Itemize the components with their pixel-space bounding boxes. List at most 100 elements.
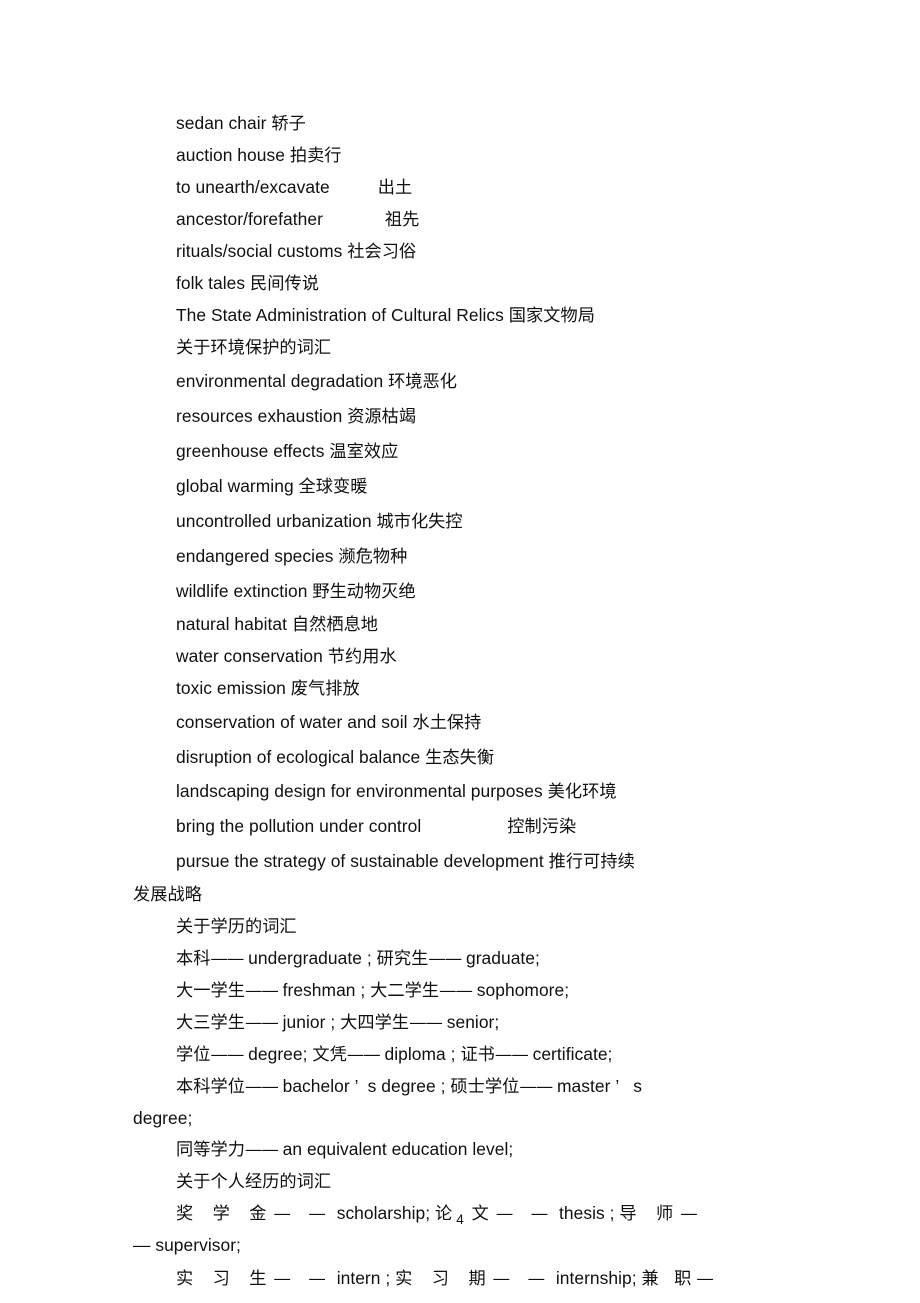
term-en: undergraduate [243,948,362,968]
vocab-zh: 城市化失控 [376,512,463,532]
vocab-en: The State Administration of Cultural Rel… [176,305,509,325]
term-zh: 文凭 [312,1045,347,1065]
term-en: senior; [441,1012,500,1032]
vocab-en: wildlife extinction [176,581,313,601]
vocab-line: auction house 拍卖行 [133,140,793,172]
term-en: bachelor ’ s degree [277,1076,436,1096]
term-zh: 证书 [460,1045,495,1065]
vocab-line: sedan chair 轿子 [133,108,793,140]
section-heading-education: 关于学历的词汇 [133,911,793,943]
term-en: diploma [379,1044,446,1064]
vocab-en: global warming [176,476,299,496]
section-heading-environment: 关于环境保护的词汇 [133,332,793,364]
vocab-zh: 资源枯竭 [347,407,417,427]
term-en: internship; [550,1268,642,1288]
vocab-line-wrap: 发展战略 [133,879,793,911]
term-en: intern ; [331,1268,396,1288]
document-body: sedan chair 轿子 auction house 拍卖行 to unea… [133,108,793,1296]
vocab-zh: 温室效应 [329,442,399,462]
degree-line: 同等学力—— an equivalent education level; [133,1134,793,1166]
vocab-zh: 美化环境 [547,782,617,802]
section-heading-personal-experience: 关于个人经历的词汇 [133,1166,793,1198]
em-dash: —— [439,981,473,1001]
em-dash: —— [519,1077,553,1097]
separator: ; [325,1012,341,1032]
term-zh: 本科学位 [176,1077,245,1097]
vocab-en: to unearth/excavate [176,177,330,197]
vocab-zh: 废气排放 [290,679,360,699]
vocab-en: disruption of ecological balance [176,747,426,767]
section-heading-text: 关于个人经历的词汇 [176,1172,332,1192]
page-number-footer: 4 [0,1212,920,1227]
em-dash: —— [244,981,279,1001]
vocab-line: to unearth/excavate 出土 [133,172,793,204]
vocab-line: uncontrolled urbanization 城市化失控 [133,504,793,539]
em-dash: —— [409,1013,443,1033]
vocab-en: environmental degradation [176,371,389,391]
vocab-line: greenhouse effects 温室效应 [133,434,793,469]
vocab-line: global warming 全球变暖 [133,469,793,504]
vocab-en: rituals/social customs [176,241,348,261]
degree-line: 本科学位—— bachelor ’ s degree ; 硕士学位—— mast… [133,1071,793,1103]
term-zh: 同等学力 [176,1140,245,1160]
vocab-line: pursue the strategy of sustainable devel… [133,844,793,879]
em-dash: — — [273,1269,332,1289]
term-zh-spread: 实 习 期 [395,1269,493,1289]
em-dash: —— [244,1077,279,1097]
term-en: graduate; [461,948,540,968]
term-en: certificate; [527,1044,613,1064]
vocab-line: disruption of ecological balance 生态失衡 [133,740,793,775]
vocab-line: The State Administration of Cultural Rel… [133,300,793,332]
vocab-zh: 国家文物局 [508,306,595,326]
vocab-en: auction house [176,145,290,165]
section-heading-text: 关于环境保护的词汇 [176,338,332,358]
vocab-zh: 推行可持续 [548,852,635,872]
vocab-zh: 濒危物种 [338,547,408,567]
vocab-zh: 野生动物灭绝 [312,582,416,602]
vocab-line: resources exhaustion 资源枯竭 [133,399,793,434]
vocab-en: conservation of water and soil [176,712,413,732]
page-number: 4 [456,1212,464,1227]
term-zh-spread: 兼 职 [641,1269,697,1289]
vocab-en: water conservation [176,646,328,666]
vocab-en: resources exhaustion [176,406,348,426]
vocab-en: ancestor/forefather [176,209,323,229]
term-zh: 大二学生 [370,981,440,1001]
vocab-zh: 社会习俗 [347,242,417,262]
experience-line: 实 习 生— — intern ; 实 习 期— — internship; 兼… [133,1261,793,1296]
term-zh: 大一学生 [176,981,245,1001]
vocab-line: environmental degradation 环境恶化 [133,364,793,399]
vocab-en: natural habitat [176,614,292,634]
vocab-en: greenhouse effects [176,441,330,461]
section-heading-text: 关于学历的词汇 [176,917,297,937]
term-en: freshman [277,980,356,1000]
vocab-zh: 拍卖行 [289,146,342,166]
vocab-line: toxic emission 废气排放 [133,673,793,705]
vocab-line: natural habitat 自然栖息地 [133,609,793,641]
separator: ; [361,948,377,968]
term-zh-spread: 实 习 生 [176,1269,274,1289]
term-en-wrap: — supervisor; [133,1235,241,1255]
vocab-en: bring the pollution under control [176,816,422,836]
vocab-en: sedan chair [176,113,272,133]
term-en: sophomore; [471,980,570,1000]
term-zh: 大三学生 [176,1013,245,1033]
vocab-en: landscaping design for environmental pur… [176,781,548,801]
em-dash: —— [210,949,244,969]
vocab-zh: 水土保持 [412,713,482,733]
term-zh: 大四学生 [340,1013,410,1033]
vocab-zh: 轿子 [271,114,306,134]
term-en: master ’ s [552,1076,642,1096]
em-dash: — — [492,1269,551,1289]
vocab-en: endangered species [176,546,339,566]
degree-line-wrap: degree; [133,1103,793,1134]
vocab-en: pursue the strategy of sustainable devel… [176,851,549,871]
separator: ; [445,1044,461,1064]
vocab-zh: 自然栖息地 [291,615,379,635]
em-dash: — [696,1269,720,1289]
vocab-zh: 民间传说 [250,274,319,294]
em-dash: —— [244,1013,279,1033]
em-dash: —— [210,1045,244,1065]
vocab-line: bring the pollution under control 控制污染 [133,809,793,844]
em-dash: —— [428,949,462,969]
